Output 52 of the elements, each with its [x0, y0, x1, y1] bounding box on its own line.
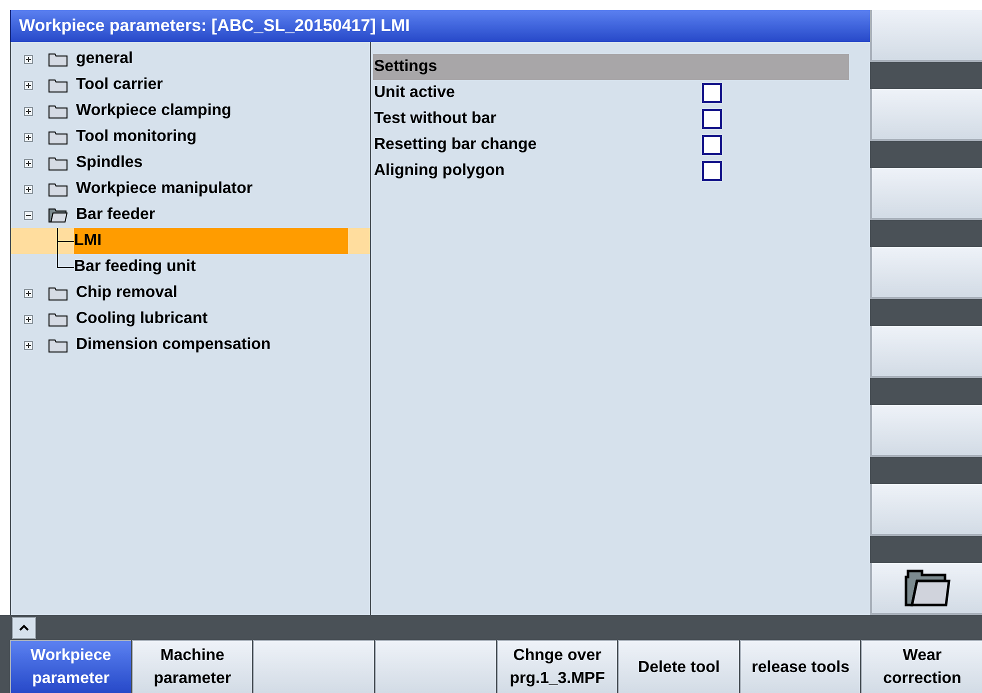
setting-label: Unit active	[374, 83, 456, 103]
folder-icon	[48, 104, 68, 118]
tree-item[interactable]: Dimension compensation	[76, 333, 271, 357]
folder-icon	[48, 182, 68, 196]
tree-item[interactable]: Spindles	[76, 151, 143, 175]
expand-icon[interactable]	[24, 184, 33, 194]
softkey[interactable]: release tools	[740, 640, 860, 693]
checkbox[interactable]	[702, 135, 722, 155]
expand-icon[interactable]	[24, 80, 33, 90]
caret-up-icon	[19, 624, 29, 631]
softkey[interactable]: Delete tool	[618, 640, 739, 693]
tree-item[interactable]: Tool carrier	[76, 73, 163, 97]
open-folder-icon	[48, 208, 68, 222]
folder-icon	[48, 312, 68, 326]
softkey[interactable]: Machine parameter	[132, 640, 252, 693]
expand-icon[interactable]	[24, 288, 33, 298]
folder-icon	[48, 156, 68, 170]
tree-item[interactable]: Workpiece manipulator	[76, 177, 253, 201]
collapse-icon[interactable]	[24, 210, 33, 220]
tree-item[interactable]: Chip removal	[76, 281, 178, 305]
expand-icon[interactable]	[24, 106, 33, 116]
folder-icon	[48, 286, 68, 300]
section-header: Settings	[373, 54, 849, 80]
expand-icon[interactable]	[24, 54, 33, 64]
expand-icon[interactable]	[24, 314, 33, 324]
folder-icon	[48, 52, 68, 66]
folder-icon	[48, 338, 68, 352]
checkbox[interactable]	[702, 83, 722, 103]
expand-icon[interactable]	[24, 340, 33, 350]
open-folder-icon	[903, 569, 951, 607]
tree-item[interactable]: Tool monitoring	[76, 125, 197, 149]
setting-label: Test without bar	[374, 109, 498, 129]
tree-item[interactable]: LMI	[74, 228, 348, 254]
tree-item[interactable]: general	[76, 47, 133, 71]
tree-item[interactable]: Workpiece clamping	[76, 99, 232, 123]
expand-icon[interactable]	[24, 158, 33, 168]
setting-label: Resetting bar change	[374, 135, 538, 155]
softkey[interactable]: Chnge over prg.1_3.MPF	[496, 640, 618, 693]
expand-icon[interactable]	[24, 132, 33, 142]
setting-label: Aligning polygon	[374, 161, 506, 181]
softkey[interactable]: Workpiece parameter	[10, 640, 131, 693]
folder-icon	[48, 78, 68, 92]
window-title: Workpiece parameters: [ABC_SL_20150417] LMI	[10, 10, 870, 42]
checkbox[interactable]	[702, 161, 722, 181]
scroll-up-button[interactable]	[12, 616, 36, 638]
softkey[interactable]: Wear correction	[861, 640, 982, 693]
tree-item[interactable]: Bar feeder	[76, 203, 156, 227]
tree-item[interactable]: Cooling lubricant	[76, 307, 208, 331]
side-softkey[interactable]	[870, 563, 982, 615]
tree-item[interactable]: Bar feeding unit	[74, 254, 196, 280]
folder-icon	[48, 130, 68, 144]
checkbox[interactable]	[702, 109, 722, 129]
